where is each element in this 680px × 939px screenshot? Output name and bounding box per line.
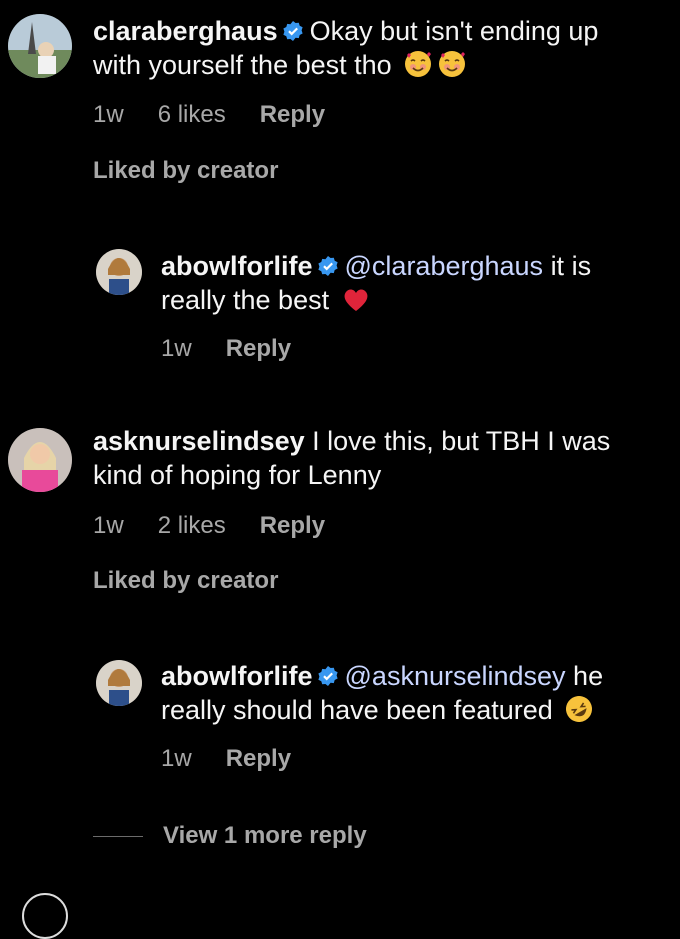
verified-badge-icon (317, 255, 339, 277)
avatar-image (96, 660, 142, 706)
comment-text: abowlforlife @claraberghaus it is really … (161, 249, 661, 317)
view-more-replies-button[interactable]: View 1 more reply (93, 822, 367, 850)
likes-count[interactable]: 6 likes (158, 101, 226, 128)
mention-link[interactable]: @claraberghaus (345, 251, 544, 281)
divider-line (93, 836, 143, 838)
verified-badge-icon (317, 665, 339, 687)
view-more-label: View 1 more reply (163, 822, 367, 849)
username[interactable]: abowlforlife (161, 661, 313, 691)
reply-button[interactable]: Reply (226, 335, 291, 362)
comment-time: 1w (161, 745, 192, 772)
avatar-image (8, 428, 72, 492)
avatar-image (96, 249, 142, 295)
comment-meta: 1w 2 likes Reply (93, 512, 359, 540)
rolling-on-floor-laughing-icon (564, 694, 594, 724)
likes-count[interactable]: 2 likes (158, 512, 226, 539)
smiling-face-with-hearts-icon (403, 49, 433, 79)
username[interactable]: claraberghaus (93, 16, 278, 46)
comment-text: asknurselindsey I love this, but TBH I w… (93, 424, 653, 492)
liked-by-creator: Liked by creator (93, 567, 279, 594)
comment-time: 1w (161, 335, 192, 362)
verified-badge-icon (282, 20, 304, 42)
avatar-abowlforlife[interactable] (96, 660, 142, 706)
username[interactable]: asknurselindsey (93, 426, 305, 456)
avatar-image (8, 14, 72, 78)
comment-meta: 1w Reply (161, 335, 325, 363)
comment-time: 1w (93, 101, 124, 128)
comment-text: claraberghaus Okay but isn't ending up wi… (93, 14, 653, 82)
liked-by-creator: Liked by creator (93, 157, 279, 184)
reply-button[interactable]: Reply (226, 745, 291, 772)
mention-link[interactable]: @asknurselindsey (345, 661, 566, 691)
reply-button[interactable]: Reply (260, 512, 325, 539)
comment-text: abowlforlife @asknurselindsey he really s… (161, 659, 671, 727)
comment-meta: 1w 6 likes Reply (93, 101, 359, 129)
avatar-abowlforlife[interactable] (96, 249, 142, 295)
avatar-claraberghaus[interactable] (8, 14, 72, 78)
red-heart-icon (341, 284, 371, 314)
username[interactable]: abowlforlife (161, 251, 313, 281)
avatar-next-comment[interactable] (22, 893, 68, 939)
comment-meta: 1w Reply (161, 745, 325, 773)
comment-time: 1w (93, 512, 124, 539)
smiling-face-with-hearts-icon (437, 49, 467, 79)
reply-button[interactable]: Reply (260, 101, 325, 128)
avatar-asknurselindsey[interactable] (8, 428, 72, 492)
